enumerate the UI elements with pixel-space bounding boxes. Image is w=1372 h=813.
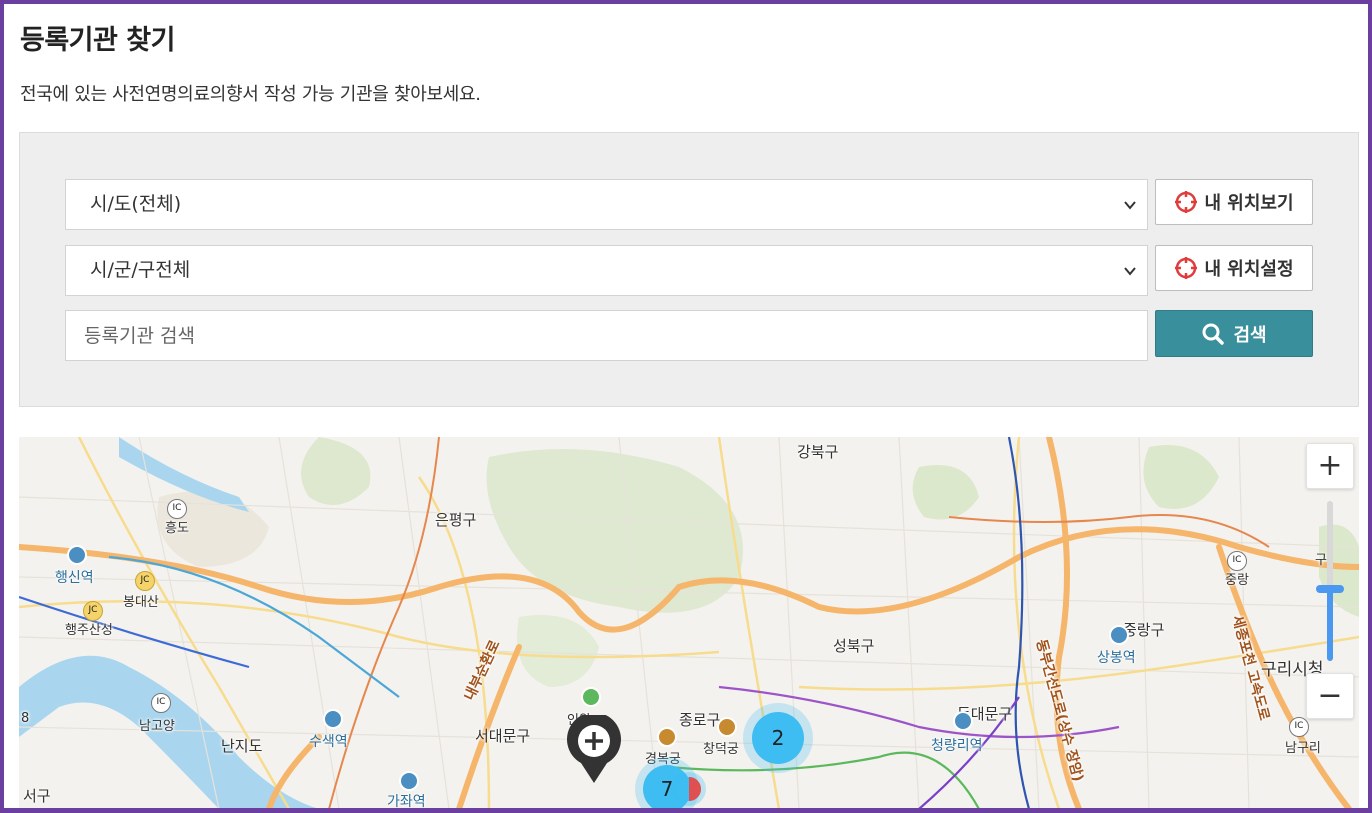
map-label-namguri: 남구리 (1285, 741, 1321, 756)
map-label-namgoyang: 남고양 (139, 719, 175, 734)
map-subway-susaek-icon (323, 709, 343, 729)
zoom-slider-fill (1327, 589, 1333, 661)
map-poi-ic-namguri: IC (1289, 717, 1309, 737)
keyword-search-input[interactable] (65, 310, 1148, 361)
map-label-eunpyeong: 은평구 (435, 511, 477, 529)
map-subway-sangbong-icon (1109, 625, 1129, 645)
map-label-eight: 8 (21, 711, 30, 726)
map-poi-ic-jungnang: IC (1227, 551, 1247, 571)
search-icon (1202, 323, 1225, 345)
map-palace-icon (657, 727, 677, 747)
chevron-down-icon (1124, 201, 1136, 210)
map-label-jungnang-ic: 중랑 (1225, 573, 1249, 588)
sido-select[interactable]: 시/도(전체) (65, 179, 1148, 230)
map-label-haengsin: 행신역 (55, 570, 94, 586)
map-cluster-count: 2 (752, 712, 804, 764)
map-poi-ic-namgoyang: IC (151, 693, 171, 713)
my-location-view-label: 내 위치보기 (1204, 193, 1294, 214)
map-subway-haengsin-icon (67, 545, 87, 565)
zoom-control: + − (1306, 443, 1354, 719)
page-subtitle: 전국에 있는 사전연명의료의향서 작성 가능 기관을 찾아보세요. (20, 84, 481, 105)
map-mountain-icon (581, 687, 601, 707)
map-view[interactable]: 강북구 은평구 IC 흥도 행신역 JC 봉대산 JC 행주산성 IC 남고양 … (19, 437, 1359, 809)
map-label-bongdaesan: 봉대산 (123, 595, 159, 610)
search-button-label: 검색 (1233, 324, 1267, 346)
sido-select-value: 시/도(전체) (90, 193, 182, 215)
map-subway-cheongnyangni-icon (953, 711, 973, 731)
chevron-down-icon (1124, 267, 1136, 276)
search-panel: 시/도(전체) 내 위치보기 시/군/구전체 내 위치설정 등록기관 검색 검색 (19, 132, 1359, 407)
map-cluster[interactable]: 2 (743, 703, 813, 773)
map-label-jungnang: 중랑구 (1123, 621, 1165, 639)
map-label-gangbuk: 강북구 (797, 443, 839, 461)
map-label-susaek: 수색역 (309, 734, 348, 750)
map-label-seogu: 서구 (23, 787, 51, 805)
my-location-set-button[interactable]: 내 위치설정 (1155, 245, 1313, 291)
map-poi-ic-heungdo: IC (167, 499, 187, 519)
crosshair-icon (1175, 191, 1198, 213)
map-label-jongno: 종로구 (679, 711, 721, 729)
map-cluster-mixed-icon[interactable] (671, 771, 707, 807)
map-label-changdeokgung: 창덕궁 (703, 742, 739, 757)
map-poi-jc-bongdae: JC (135, 571, 155, 591)
map-label-sangbong: 상봉역 (1097, 650, 1136, 666)
map-label-seongbuk: 성북구 (833, 637, 875, 655)
map-label-haengjusanseong: 행주산성 (65, 623, 113, 638)
map-label-gajwa: 가좌역 (387, 794, 426, 809)
zoom-slider-handle[interactable] (1316, 585, 1344, 593)
crosshair-icon (1175, 257, 1198, 279)
page-title: 등록기관 찾기 (20, 25, 175, 56)
sigungu-select[interactable]: 시/군/구전체 (65, 245, 1148, 296)
map-label-heungdo: 흥도 (165, 521, 189, 536)
map-label-seodaemun: 서대문구 (475, 727, 531, 745)
map-label-nanjido: 난지도 (221, 737, 263, 755)
map-label-cheongnyangni: 청량리역 (931, 738, 983, 754)
zoom-in-button[interactable]: + (1306, 443, 1354, 489)
map-marker-add-icon[interactable] (563, 715, 625, 785)
my-location-set-label: 내 위치설정 (1204, 259, 1294, 280)
zoom-out-button[interactable]: − (1306, 673, 1354, 719)
map-subway-gajwa-icon (399, 771, 419, 791)
map-palace-icon (717, 717, 737, 737)
my-location-view-button[interactable]: 내 위치보기 (1155, 179, 1313, 225)
sigungu-select-value: 시/군/구전체 (90, 259, 191, 281)
map-poi-jc-haengju: JC (83, 601, 103, 621)
search-button[interactable]: 검색 (1155, 310, 1313, 357)
